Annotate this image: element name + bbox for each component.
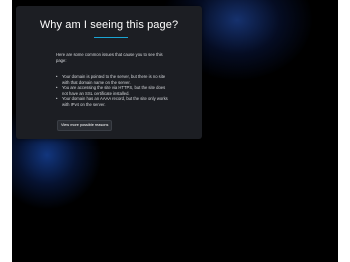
heading-divider bbox=[94, 37, 128, 38]
browser-viewport: Why am I seeing this page? Here are some… bbox=[12, 0, 338, 262]
reason-text: You are accessing the site via HTTPS, bu… bbox=[62, 85, 166, 96]
bullet-icon: • bbox=[56, 74, 58, 79]
list-item: • Your domain has an AAAA record, but th… bbox=[56, 96, 172, 107]
page-heading: Why am I seeing this page? bbox=[39, 19, 179, 31]
view-more-reasons-button[interactable]: View more possible reasons bbox=[57, 120, 113, 131]
bullet-icon: • bbox=[56, 85, 58, 91]
list-item: • Your domain is pointed to the server, … bbox=[56, 74, 172, 85]
intro-text: Here are some common issues that cause y… bbox=[56, 52, 163, 64]
info-card: Why am I seeing this page? Here are some… bbox=[16, 6, 202, 139]
bullet-icon: • bbox=[56, 96, 58, 102]
list-item: • You are accessing the site via HTTPS, … bbox=[56, 85, 172, 96]
reason-text: Your domain has an AAAA record, but the … bbox=[62, 96, 168, 107]
reason-text: Your domain is pointed to the server, bu… bbox=[62, 74, 166, 85]
reasons-list: • Your domain is pointed to the server, … bbox=[56, 74, 172, 108]
